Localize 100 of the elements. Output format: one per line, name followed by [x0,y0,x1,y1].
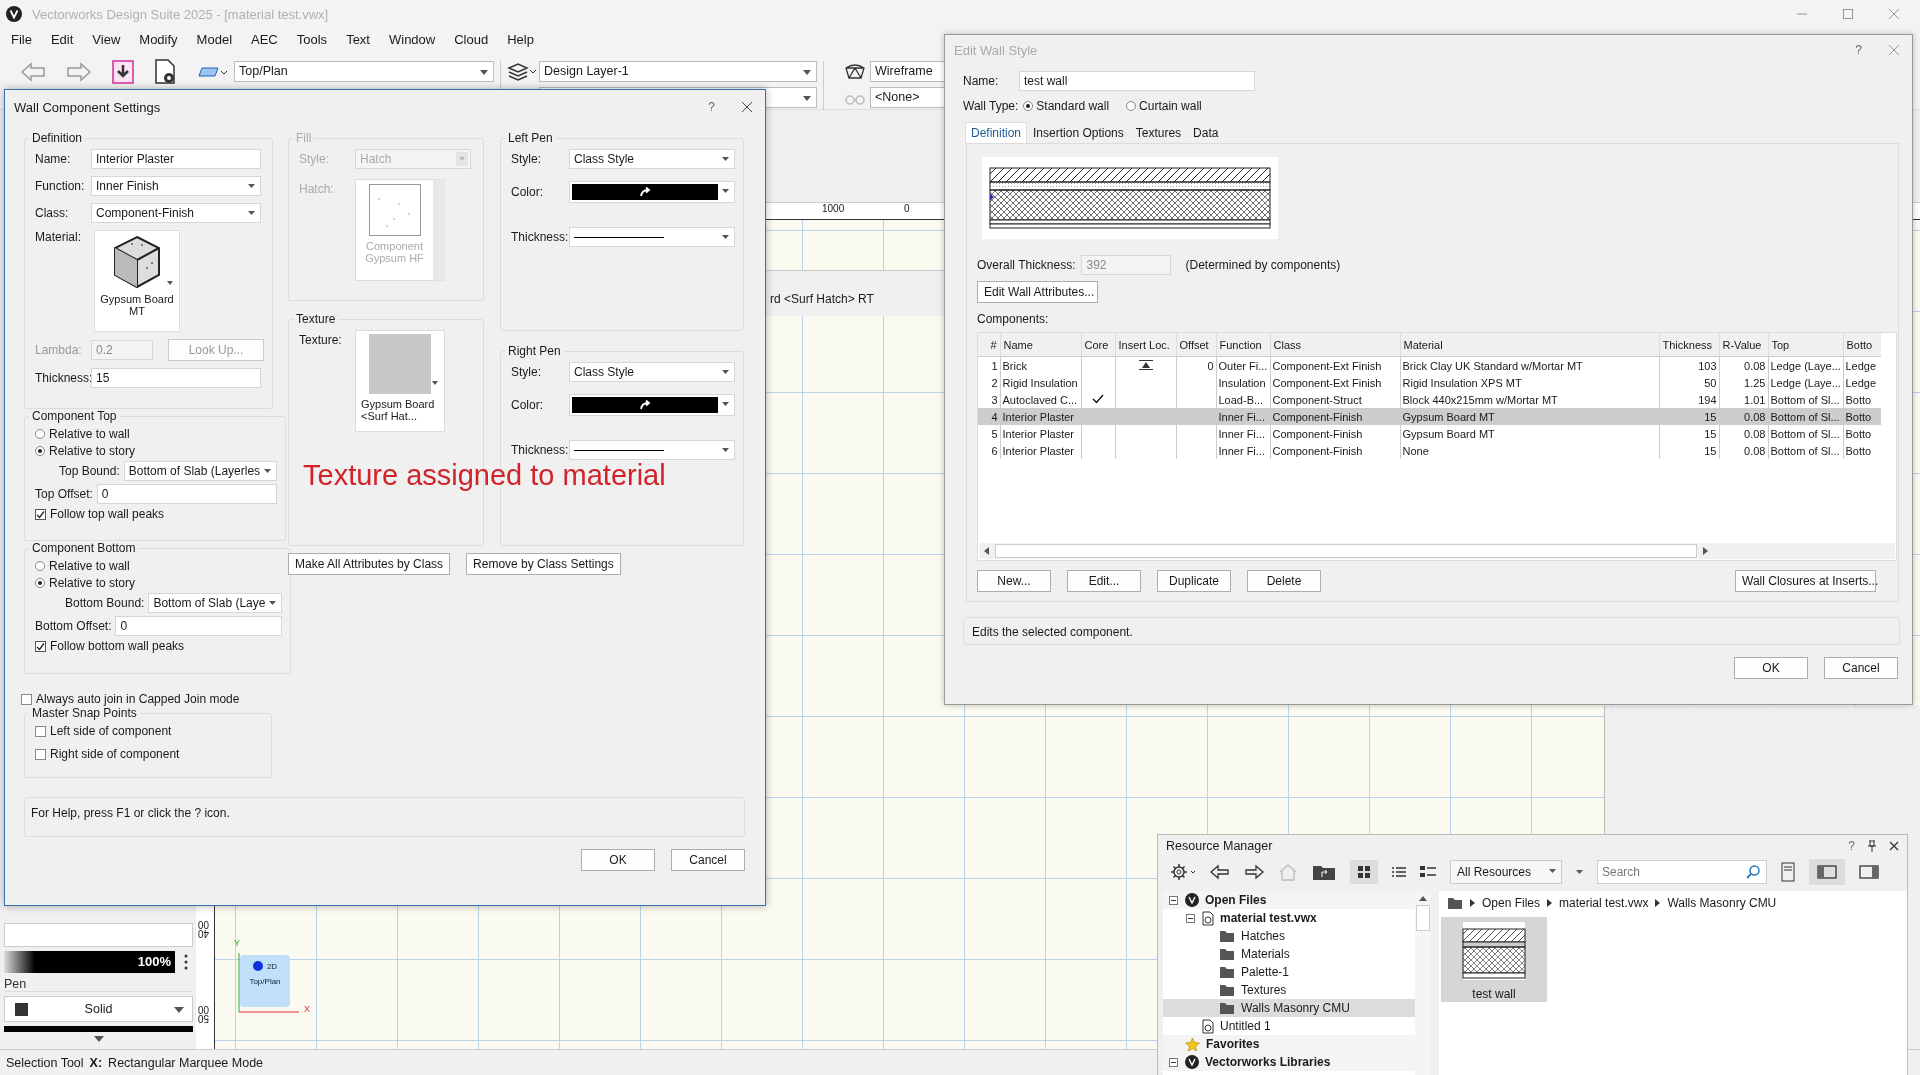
column-header[interactable]: # [978,333,1000,357]
tree-item[interactable]: Hatches [1241,929,1286,943]
table-action-button[interactable]: Duplicate [1157,570,1231,592]
radio-button[interactable] [1126,101,1137,111]
plane-icon[interactable] [198,65,228,79]
column-header[interactable]: Botto [1843,333,1881,357]
column-header[interactable]: Top [1768,333,1843,357]
menu-item[interactable]: Tools [296,31,328,47]
checkbox[interactable] [35,508,46,520]
fill-field[interactable] [4,923,193,947]
menu-item[interactable]: Model [196,31,233,47]
menu-item[interactable]: AEC [251,31,278,47]
tab[interactable]: Data [1187,122,1225,143]
menu-item[interactable]: Edit [50,31,74,47]
edit-wall-attributes-button[interactable]: Edit Wall Attributes... [977,281,1098,303]
help-button[interactable]: ? [1855,43,1862,57]
vertical-scrollbar[interactable] [1415,891,1431,1075]
texture-selector[interactable]: Gypsum Board <Surf Hat... [355,330,445,432]
settings-icon[interactable] [1170,863,1196,881]
menu-item[interactable]: Cloud [454,31,489,47]
radio-button[interactable] [1023,101,1034,111]
help-button[interactable]: ? [1848,839,1855,853]
column-header[interactable]: Name [1000,333,1081,357]
layers-icon[interactable] [507,62,537,82]
table-row[interactable]: 1 Brick 0 Outer Fi... Component-Ext Finish Brick Clay UK Standard w/Mortar MT 103 0.08 Ledge (Laye... Ledge [978,356,1881,374]
folder-up-icon[interactable] [1312,863,1336,881]
tree-item[interactable]: Materials [1241,947,1290,961]
menu-item[interactable]: Window [388,31,436,47]
expander-icon[interactable] [1169,895,1178,905]
dropdown-field[interactable]: Bottom of Slab (Laye [148,593,283,613]
help-button[interactable]: ? [708,100,715,114]
expander-icon[interactable] [1169,1057,1178,1067]
breadcrumb-item[interactable]: Open Files [1482,896,1541,910]
checkbox[interactable] [35,748,46,760]
radio-button[interactable] [35,446,45,456]
forward-arrow-icon[interactable] [1244,864,1264,880]
table-row[interactable]: 2 Rigid Insulation Insulation Component-Ext Finish Rigid Insulation XPS MT 50 1.25 Ledge (Laye... Ledge [978,374,1881,391]
column-header[interactable]: R-Value [1719,333,1768,357]
dropdown-field[interactable]: Component-Finish [91,203,261,223]
scroll-thumb[interactable] [1416,905,1430,931]
tree-item[interactable]: Palette-1 [1241,965,1290,979]
breadcrumb-item[interactable]: material test.vwx [1559,896,1649,910]
tree-item[interactable]: Favorites [1206,1037,1260,1051]
menu-item[interactable]: View [92,31,121,47]
column-header[interactable]: Insert Loc. [1115,333,1176,357]
save-view-icon[interactable] [112,60,134,84]
column-header[interactable]: Core [1081,333,1115,357]
table-row[interactable]: 5 Interior Plaster Inner Fi... Component-Finish Gypsum Board MT 15 0.08 Bottom of Sl... Botto [978,425,1881,442]
expand-icon[interactable] [93,1036,104,1042]
right-pane-icon[interactable] [1859,865,1879,879]
menu-item[interactable]: Text [346,31,370,47]
checkbox[interactable] [21,693,32,705]
scroll-thumb[interactable] [995,544,1697,558]
dropdown-field[interactable]: Class Style [569,149,735,169]
radio-button[interactable] [35,429,45,439]
column-header[interactable]: Thickness [1659,333,1719,357]
close-icon[interactable] [741,101,753,113]
pen-style-dropdown[interactable]: Solid [4,996,193,1022]
column-header[interactable]: Class [1270,333,1400,357]
checkbox[interactable] [35,640,46,652]
view-dropdown[interactable]: Top/Plan [234,61,494,82]
radio-button[interactable] [35,578,45,588]
view-badge[interactable]: 2D Top/Plan [240,955,290,1007]
dropdown-field[interactable]: Bottom of Slab (Layerles [123,461,278,481]
table-action-button[interactable]: New... [977,570,1051,592]
line-thickness-dropdown[interactable] [569,227,735,247]
wall-closures-button[interactable]: Wall Closures at Inserts... [1735,570,1876,592]
offset-field[interactable]: 0 [115,616,283,636]
grid-view-button[interactable] [1350,860,1378,884]
pin-icon[interactable] [1867,840,1877,852]
menu-item[interactable]: File [11,31,32,47]
maximize-icon[interactable] [1842,8,1854,20]
tab[interactable]: Definition [965,122,1028,143]
tree-item[interactable]: Untitled 1 [1220,1019,1271,1033]
scroll-right-icon[interactable] [1701,547,1709,555]
scroll-left-icon[interactable] [983,547,991,555]
tab[interactable]: Insertion Options [1027,122,1130,143]
class-settings-button[interactable]: Make All Attributes by Class [288,553,451,575]
thickness-field[interactable]: 15 [91,368,261,388]
name-field[interactable]: Interior Plaster [91,149,261,169]
tree-item[interactable]: material test.vwx [1220,911,1317,925]
layer-dropdown[interactable]: Design Layer-1 [539,61,817,82]
expander-icon[interactable] [1186,913,1195,923]
tree-item[interactable]: Textures [1241,983,1287,997]
column-header[interactable]: Offset [1176,333,1216,357]
color-dropdown[interactable] [569,394,735,416]
detail-view-icon[interactable] [1420,865,1436,879]
back-arrow-icon[interactable] [1210,864,1230,880]
table-row[interactable]: 4 Interior Plaster Inner Fi... Component-Finish Gypsum Board MT 15 0.08 Bottom of Sl... Botto [978,408,1881,425]
render-mode-icon[interactable] [844,62,866,81]
class-settings-button[interactable]: Remove by Class Settings [466,553,621,575]
menu-item[interactable]: Modify [139,31,178,47]
dropdown-field[interactable]: Class Style [569,362,735,382]
line-thickness-dropdown[interactable] [569,440,735,460]
document-view-icon[interactable] [154,59,178,85]
horizontal-scrollbar[interactable] [979,543,1895,559]
offset-field[interactable]: 0 [96,484,278,504]
panel-layout-button[interactable] [1809,859,1845,885]
dialog-button[interactable]: Cancel [671,849,745,871]
scroll-up-icon[interactable] [1419,895,1427,901]
